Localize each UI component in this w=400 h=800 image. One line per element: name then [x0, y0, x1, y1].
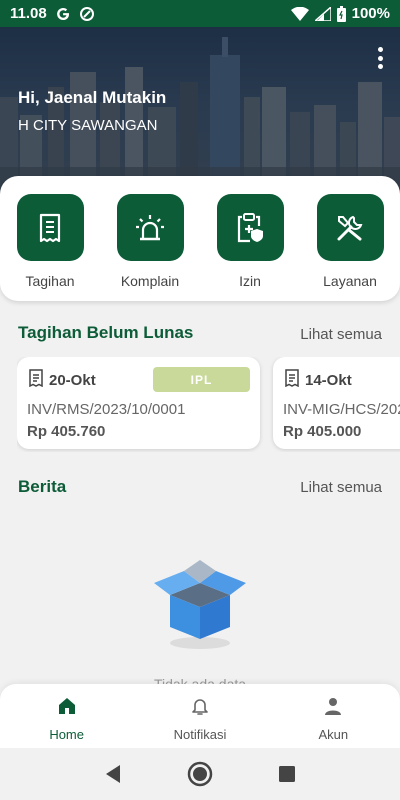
header-banner: Hi, Jaenal Mutakin H CITY SAWANGAN [0, 27, 400, 200]
clipboard-shield-icon [216, 194, 284, 261]
nav-label: Home [49, 727, 84, 742]
invoice-icon [27, 369, 45, 392]
tools-icon [316, 194, 384, 261]
nav-home[interactable]: Home [0, 684, 133, 748]
alarm-light-icon [116, 194, 184, 261]
recents-icon[interactable] [272, 759, 302, 789]
bell-icon [190, 696, 210, 721]
nav-akun[interactable]: Akun [267, 684, 400, 748]
city-skyline-image [0, 37, 400, 200]
home-icon [57, 696, 77, 721]
bill-card[interactable]: 14-Okt INV-MIG/HCS/2023/10/0001 Rp 405.0… [273, 357, 400, 449]
wifi-icon [290, 6, 309, 21]
receipt-icon [16, 194, 84, 261]
nav-label: Akun [318, 727, 349, 742]
more-vertical-icon[interactable] [376, 47, 384, 69]
bill-date: 20-Okt [49, 372, 96, 389]
greeting-text: Hi, Jaenal Mutakin [18, 88, 167, 107]
menu-label: Izin [239, 273, 261, 289]
news-section-title: Berita [18, 477, 67, 496]
menu-item-komplain[interactable]: Komplain [105, 194, 195, 301]
person-icon [323, 696, 343, 721]
bill-invoice-number: INV-MIG/HCS/2023/10/0001 [283, 401, 400, 418]
bills-carousel[interactable]: 20-Okt IPL INV/RMS/2023/10/0001 Rp 405.7… [17, 357, 400, 452]
news-see-all-link[interactable]: Lihat semua [300, 479, 382, 496]
empty-box-icon [140, 555, 260, 655]
menu-item-layanan[interactable]: Layanan [305, 194, 395, 301]
home-circle-icon[interactable] [185, 759, 215, 789]
bill-date: 14-Okt [305, 372, 352, 389]
nav-label: Notifikasi [173, 727, 227, 742]
status-bar: 11.08 100% [0, 0, 400, 27]
google-icon [55, 6, 71, 22]
menu-label: Layanan [323, 273, 377, 289]
system-navigation-bar [0, 748, 400, 800]
quick-menu-card: Tagihan Komplain Izin Layanan [0, 176, 400, 301]
battery-level: 100% [351, 5, 390, 22]
bill-type-badge: IPL [153, 367, 250, 392]
battery-icon [336, 5, 346, 22]
menu-label: Tagihan [25, 273, 75, 289]
signal-icon [314, 6, 331, 21]
bottom-navigation: Home Notifikasi Akun [0, 684, 400, 748]
bill-invoice-number: INV/RMS/2023/10/0001 [27, 401, 186, 418]
menu-item-tagihan[interactable]: Tagihan [5, 194, 95, 301]
menu-item-izin[interactable]: Izin [205, 194, 295, 301]
bill-card[interactable]: 20-Okt IPL INV/RMS/2023/10/0001 Rp 405.7… [17, 357, 260, 449]
nav-notifikasi[interactable]: Notifikasi [133, 684, 266, 748]
status-time: 11.08 [10, 5, 47, 22]
menu-label: Komplain [120, 273, 180, 289]
back-icon[interactable] [98, 759, 128, 789]
bill-amount: Rp 405.000 [283, 423, 362, 440]
location-text: H CITY SAWANGAN [18, 117, 158, 134]
bill-amount: Rp 405.760 [27, 423, 106, 440]
bills-section-title: Tagihan Belum Lunas [18, 323, 194, 342]
bills-see-all-link[interactable]: Lihat semua [300, 326, 382, 343]
invoice-icon [283, 369, 301, 392]
data-saver-icon [79, 6, 95, 22]
